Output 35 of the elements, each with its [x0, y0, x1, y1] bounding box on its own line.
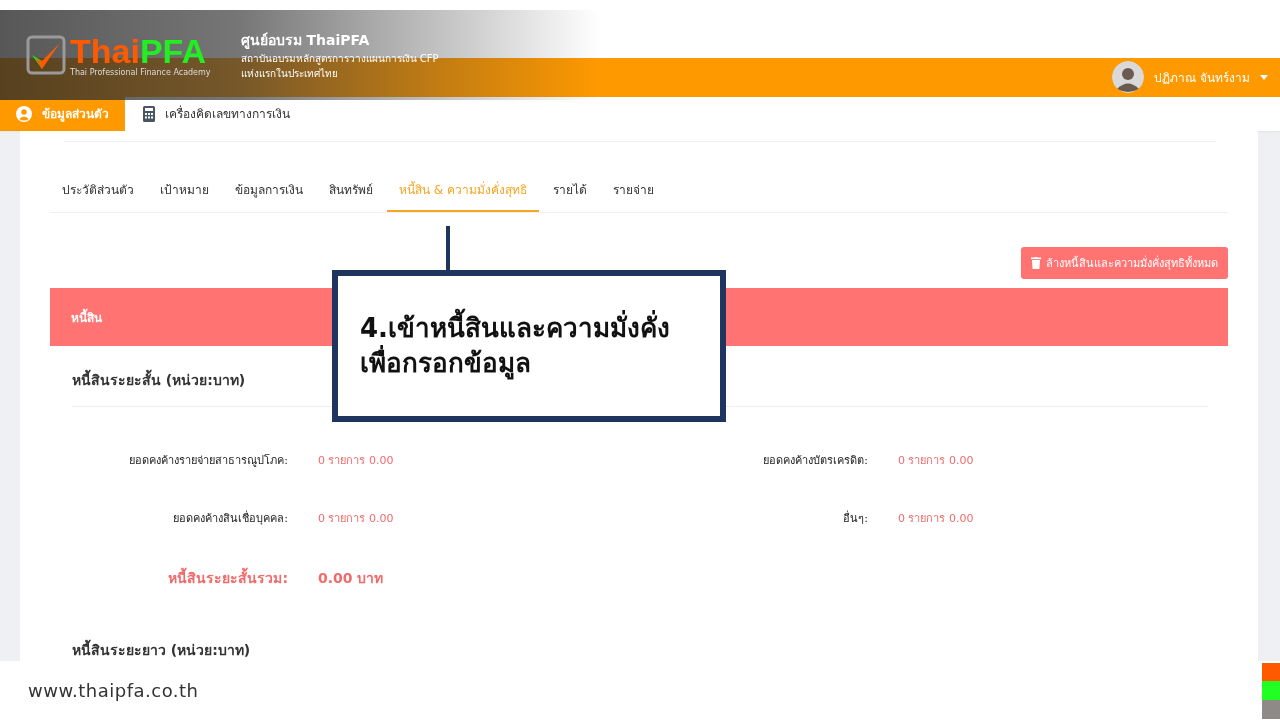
- section-title: หนี้สิน: [71, 307, 102, 327]
- clear-button[interactable]: ล้างหนี้สินและความมั่งคั่งสุทธิทั้งหมด: [1021, 247, 1228, 279]
- tab[interactable]: ข้อมูลการเงิน: [223, 174, 315, 212]
- logo-subtitle: Thai Professional Finance Academy: [70, 67, 211, 77]
- tab[interactable]: เป้าหมาย: [148, 174, 221, 212]
- checkbox-logo-icon: [26, 35, 66, 75]
- avatar[interactable]: [1112, 61, 1145, 94]
- tab[interactable]: รายจ่าย: [601, 174, 666, 212]
- tab[interactable]: หนี้สิน & ความมั่งคั่งสุทธิ: [387, 174, 539, 212]
- field-value[interactable]: 0 รายการ 0.00: [898, 509, 1208, 527]
- field-label: ยอดคงค้างสินเชื่อบุคคล:: [172, 509, 288, 527]
- nav-tab[interactable]: เครื่องคิดเลขทางการเงิน: [125, 96, 306, 131]
- callout-text: 4.เข้าหนี้สินและความมั่งคั่ง: [360, 310, 720, 346]
- tab[interactable]: รายได้: [541, 174, 599, 212]
- tab[interactable]: สินทรัพย์: [317, 174, 385, 212]
- banner-subtitle: แห่งแรกในประเทศไทย: [240, 67, 339, 81]
- user-name[interactable]: ปฏิภาณ จันทร์งาม: [1154, 67, 1250, 87]
- banner-title: ศูนย์อบรม ThaiPFA: [240, 31, 371, 51]
- website-url: www.thaipfa.co.th: [28, 680, 199, 701]
- field-label: ยอดคงค้างรายจ่ายสาธารณูปโภค:: [128, 453, 288, 469]
- nav-tab[interactable]: ข้อมูลส่วนตัว: [0, 96, 125, 131]
- subsection-heading: หนี้สินระยะยาว (หน่วย:บาท): [72, 639, 1208, 661]
- total-value: 0.00 บาท: [318, 569, 385, 588]
- field-value[interactable]: 0 รายการ 0.00: [318, 509, 568, 527]
- field-label: อื่นๆ:: [842, 509, 868, 527]
- tab[interactable]: ประวัติส่วนตัว: [50, 174, 146, 212]
- logo-text: ThaiPFA: [70, 33, 207, 68]
- color-bar-drawing: [1262, 662, 1280, 719]
- field-label: ยอดคงค้างบัตรเครดิต:: [762, 453, 868, 469]
- field-value[interactable]: 0 รายการ 0.00: [318, 451, 568, 469]
- field-value[interactable]: 0 รายการ 0.00: [898, 451, 1208, 469]
- calculator-icon: [143, 105, 155, 122]
- trash-icon: [1031, 257, 1041, 269]
- total-label: หนี้สินระยะสั้นรวม:: [72, 567, 288, 589]
- user-icon: [16, 105, 32, 122]
